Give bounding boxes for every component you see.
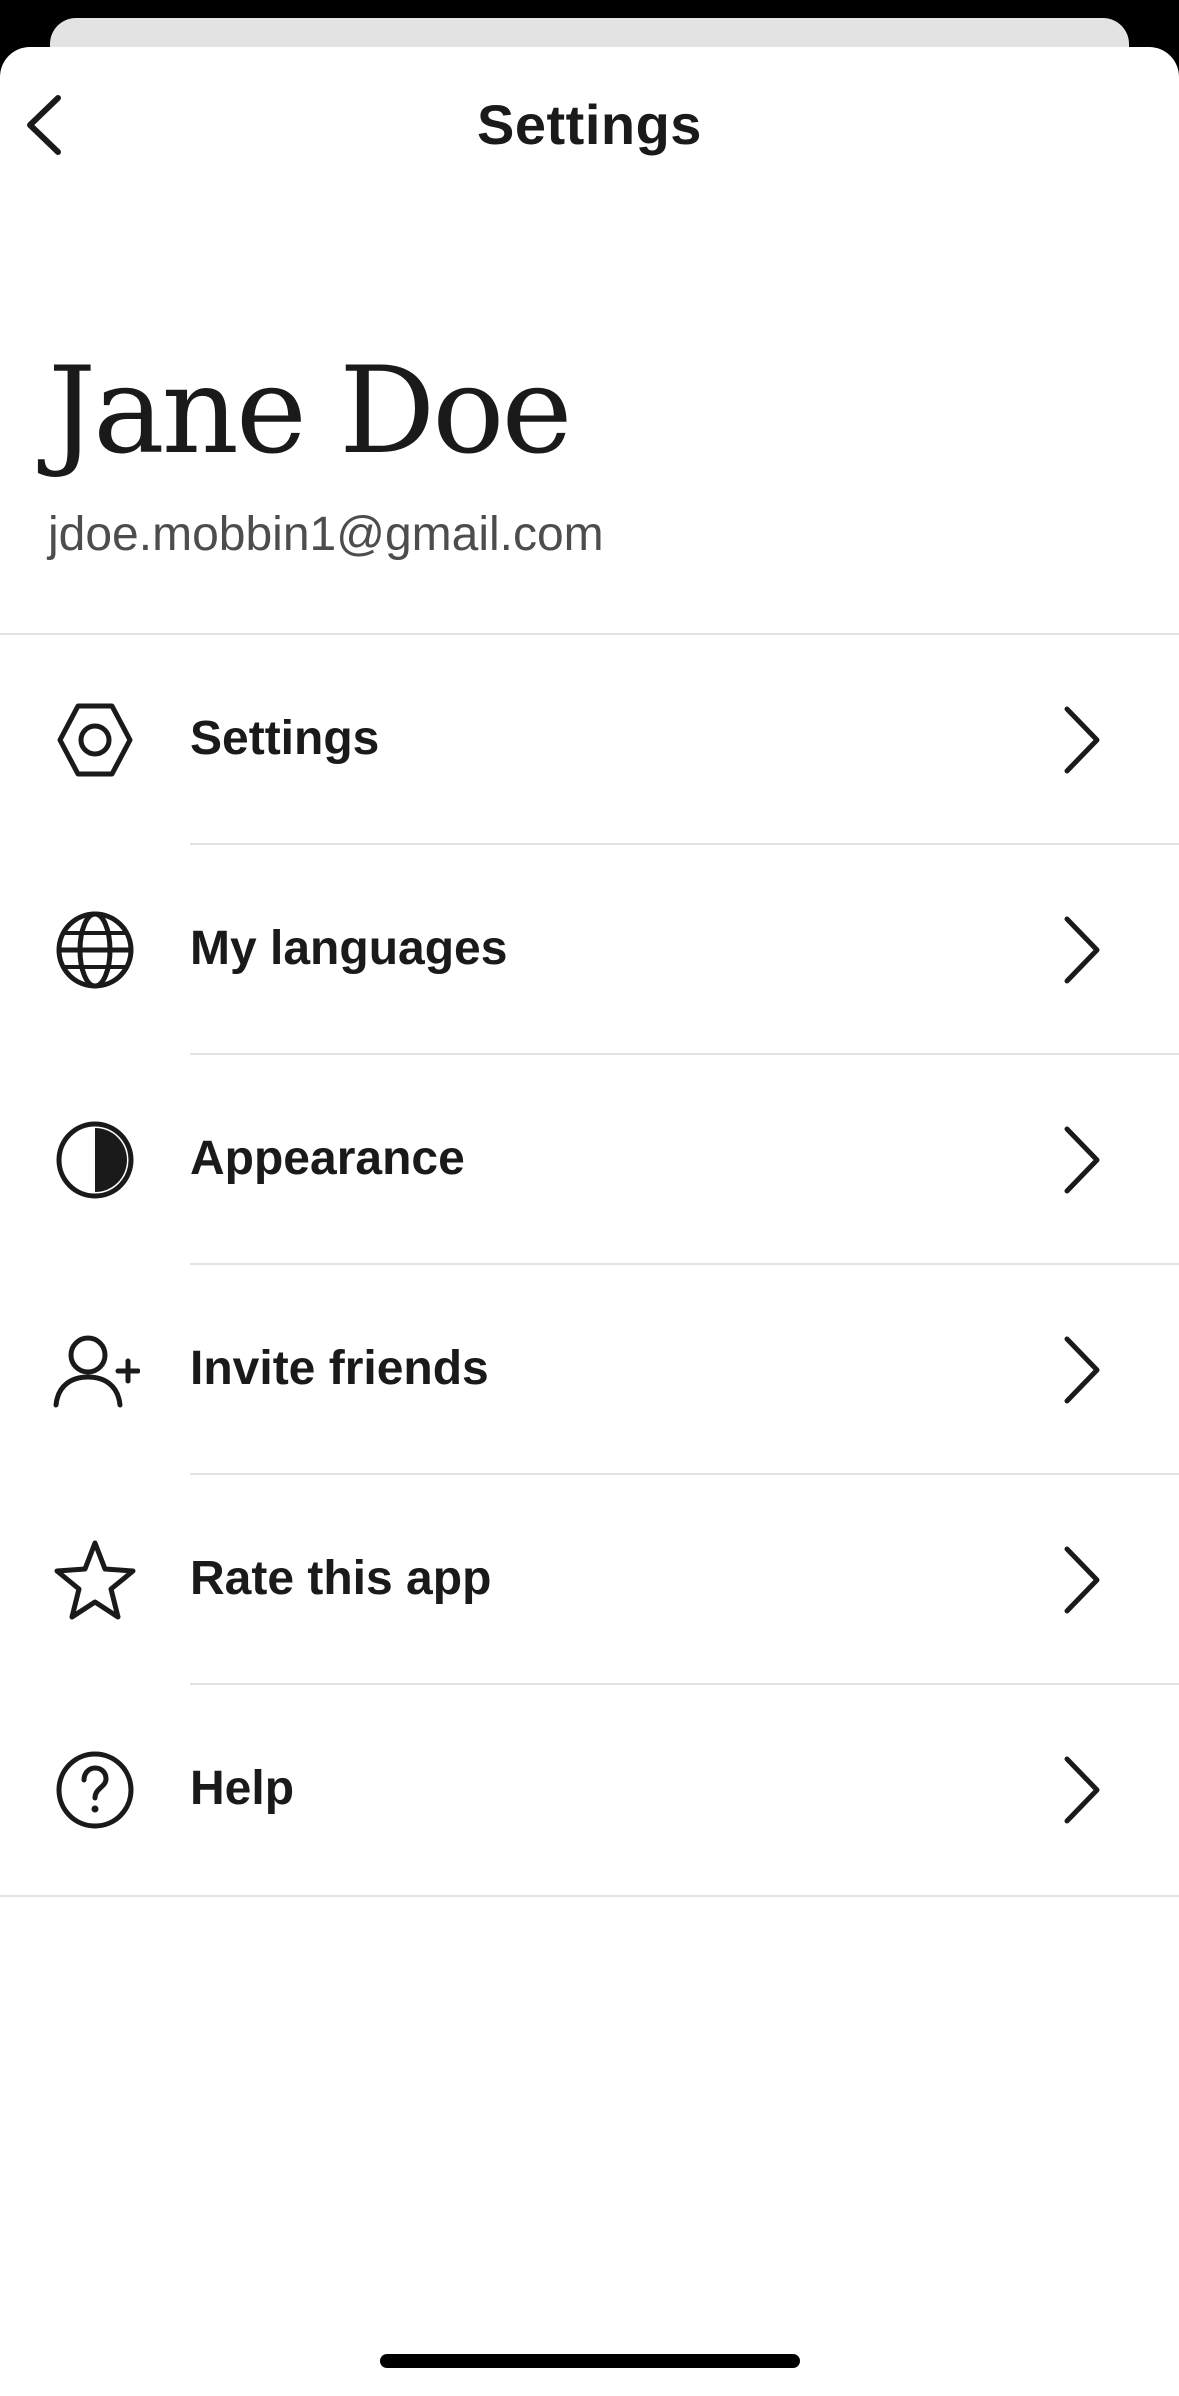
settings-menu: Settings My languages Appearance Invite … xyxy=(0,635,1179,1897)
star-icon xyxy=(50,1535,140,1625)
profile-name: Jane Doe xyxy=(48,342,573,481)
menu-item-help[interactable]: Help xyxy=(0,1685,1179,1895)
menu-item-label: Rate this app xyxy=(190,1552,492,1605)
menu-item-my-languages[interactable]: My languages xyxy=(0,845,1179,1055)
chevron-right-icon xyxy=(1055,1545,1105,1615)
menu-item-label: Settings xyxy=(190,712,380,765)
menu-item-appearance[interactable]: Appearance xyxy=(0,1055,1179,1265)
page-title: Settings xyxy=(477,93,702,156)
header: Settings xyxy=(0,47,1179,207)
add-person-icon xyxy=(50,1325,140,1415)
chevron-right-icon xyxy=(1055,1335,1105,1405)
profile-email: jdoe.mobbin1@gmail.com xyxy=(48,508,604,561)
half-circle-contrast-icon xyxy=(50,1115,140,1205)
chevron-right-icon xyxy=(1055,915,1105,985)
home-indicator[interactable] xyxy=(380,2354,800,2368)
menu-item-label: My languages xyxy=(190,922,508,975)
chevron-right-icon xyxy=(1055,1125,1105,1195)
question-circle-icon xyxy=(50,1745,140,1835)
menu-item-settings[interactable]: Settings xyxy=(0,635,1179,845)
settings-sheet: Settings Jane Doe jdoe.mobbin1@gmail.com… xyxy=(0,47,1179,2396)
menu-item-invite-friends[interactable]: Invite friends xyxy=(0,1265,1179,1475)
chevron-right-icon xyxy=(1055,705,1105,775)
globe-icon xyxy=(50,905,140,995)
menu-item-label: Appearance xyxy=(190,1132,465,1185)
menu-item-label: Invite friends xyxy=(190,1342,489,1395)
chevron-right-icon xyxy=(1055,1755,1105,1825)
menu-item-rate-this-app[interactable]: Rate this app xyxy=(0,1475,1179,1685)
menu-item-label: Help xyxy=(190,1762,295,1815)
profile-section: Jane Doe jdoe.mobbin1@gmail.com xyxy=(0,207,1179,635)
gear-icon xyxy=(50,695,140,785)
